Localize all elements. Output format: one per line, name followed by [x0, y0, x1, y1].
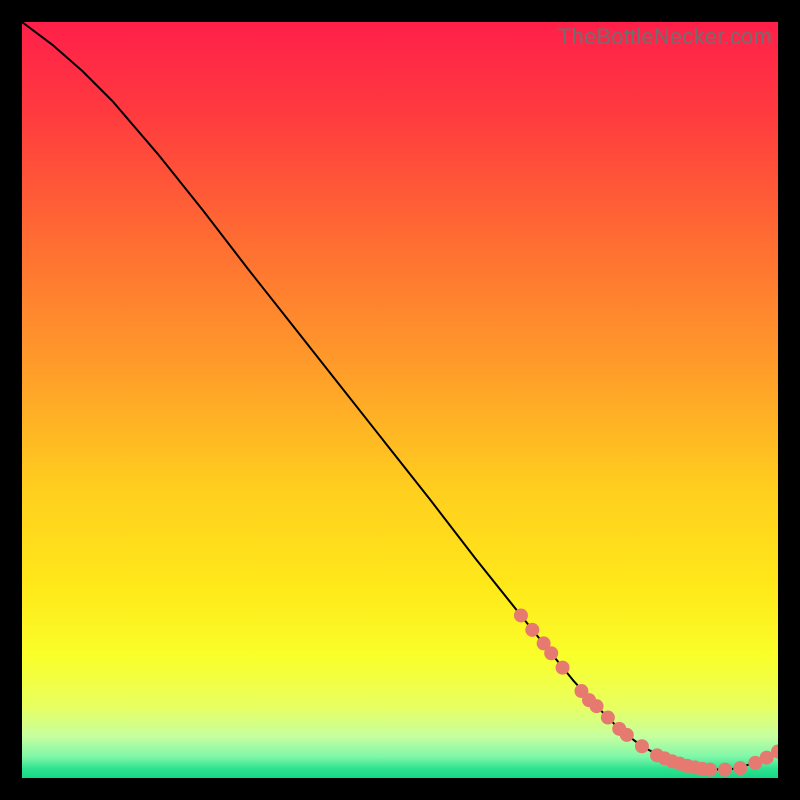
curve-marker [556, 661, 570, 675]
curve-marker [544, 646, 558, 660]
chart-overlay [22, 22, 778, 778]
bottleneck-curve [22, 22, 778, 770]
curve-marker [620, 728, 634, 742]
curve-marker [635, 739, 649, 753]
curve-marker [525, 623, 539, 637]
curve-marker [590, 699, 604, 713]
curve-marker [601, 711, 615, 725]
marker-group [514, 608, 778, 776]
curve-marker [514, 608, 528, 622]
curve-marker [718, 763, 732, 777]
curve-marker [703, 763, 717, 777]
plot-area: TheBottleNecker.com [22, 22, 778, 778]
curve-marker [733, 761, 747, 775]
chart-stage: TheBottleNecker.com [0, 0, 800, 800]
